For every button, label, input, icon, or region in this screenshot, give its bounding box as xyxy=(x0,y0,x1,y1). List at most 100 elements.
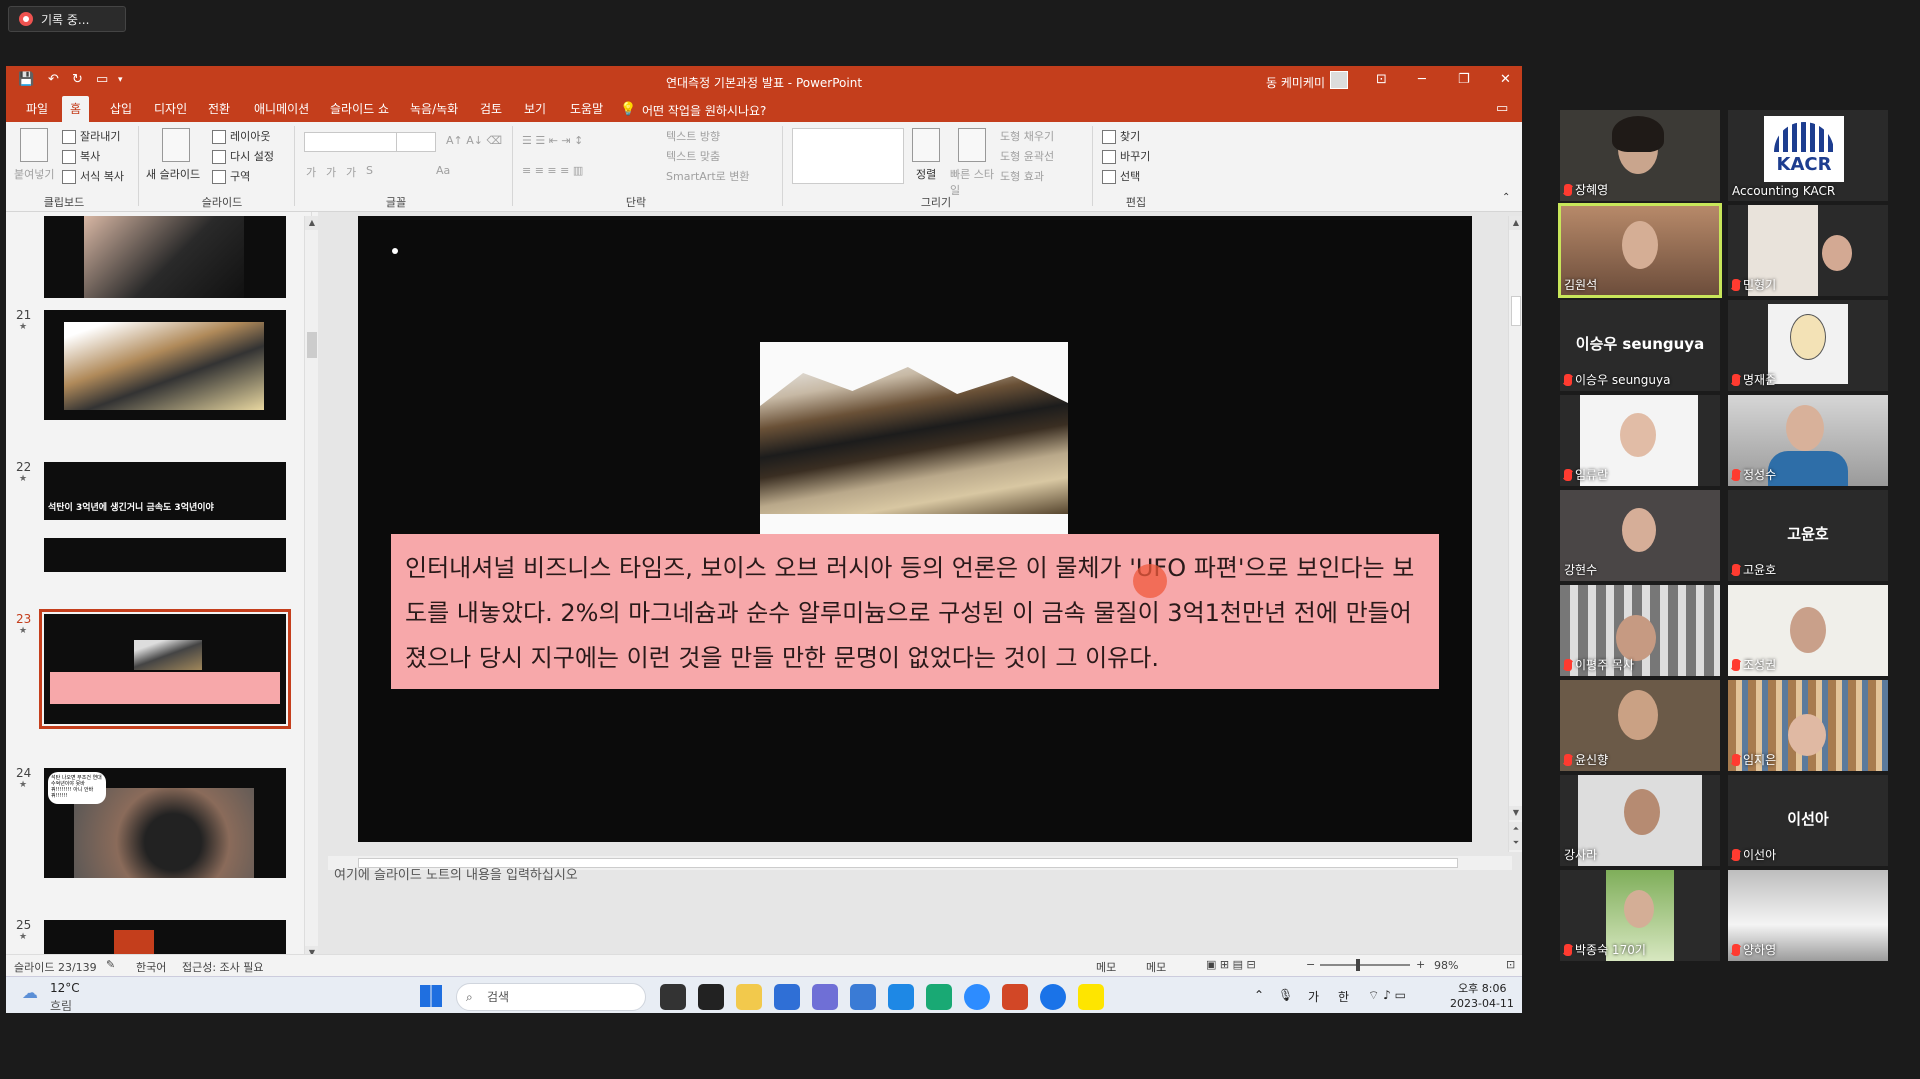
section-button[interactable]: 구역 xyxy=(212,168,250,184)
comments-toggle[interactable]: 메모 xyxy=(1146,959,1166,975)
text-direction-button[interactable]: 텍스트 방향 xyxy=(666,128,720,144)
grow-font-icon[interactable]: A↑ A↓ ⌫ xyxy=(446,134,502,147)
current-slide[interactable]: 인터내셔널 비즈니스 타임즈, 보이스 오브 러시아 등의 언론은 이 물체가 … xyxy=(358,216,1472,842)
new-slide-button[interactable]: 새 슬라이드 xyxy=(146,166,200,182)
participant-tile[interactable]: 정성수 xyxy=(1728,395,1888,486)
tell-me-search[interactable]: 어떤 작업을 원하시나요? xyxy=(642,102,766,119)
slide-thumbnail-21[interactable] xyxy=(44,310,286,420)
powerpoint-icon[interactable] xyxy=(1002,984,1028,1010)
slide-scrollbar[interactable]: ▲ ▼ ⏶ ⏷ xyxy=(1508,216,1522,852)
spelling-icon[interactable]: ✎ xyxy=(106,958,115,971)
clock-date[interactable]: 2023-04-11 xyxy=(1450,997,1514,1010)
underline-button[interactable]: 가 xyxy=(346,164,356,180)
align-icons[interactable]: ≡ ≡ ≡ ≡ ▥ xyxy=(522,164,583,177)
slide-thumbnail-23[interactable] xyxy=(39,609,291,729)
store-icon[interactable] xyxy=(774,984,800,1010)
normal-view-icon[interactable]: ▣ ⊞ ▤ ⊟ xyxy=(1206,958,1256,971)
comments-icon[interactable]: ▭ xyxy=(1496,101,1508,116)
zoom-out-icon[interactable]: − xyxy=(1306,958,1315,971)
align-text-button[interactable]: 텍스트 맞춤 xyxy=(666,148,720,164)
strikethrough-button[interactable]: S xyxy=(366,164,373,177)
tab-help[interactable]: 도움말 xyxy=(562,96,611,122)
scroll-up-icon[interactable]: ▲ xyxy=(305,216,319,230)
scroll-thumb[interactable] xyxy=(307,332,317,358)
wifi-icon[interactable]: ⌔ ♪ ▭ xyxy=(1368,988,1406,1003)
participant-tile[interactable]: 명재준 xyxy=(1728,300,1888,391)
tray-chevron-icon[interactable]: ⌃ xyxy=(1254,988,1264,1002)
user-avatar[interactable] xyxy=(1330,71,1348,89)
italic-button[interactable]: 가 xyxy=(326,164,336,180)
participant-tile[interactable]: 이선아 이선아 xyxy=(1728,775,1888,866)
minimize-icon[interactable]: ─ xyxy=(1418,72,1426,87)
tab-design[interactable]: 디자인 xyxy=(146,96,195,122)
app-icon[interactable] xyxy=(812,984,838,1010)
reset-button[interactable]: 다시 설정 xyxy=(212,148,274,164)
signed-in-user[interactable]: 동 케미케미 xyxy=(1266,74,1325,91)
paste-button[interactable]: 붙여넣기 xyxy=(14,166,54,182)
clock-time[interactable]: 오후 8:06 xyxy=(1458,980,1506,996)
bold-button[interactable]: 가 xyxy=(306,164,316,180)
cut-button[interactable]: 잘라내기 xyxy=(62,128,120,144)
app-icon[interactable] xyxy=(1040,984,1066,1010)
task-view-icon[interactable] xyxy=(660,984,686,1010)
find-button[interactable]: 찾기 xyxy=(1102,128,1140,144)
smartart-button[interactable]: SmartArt로 변환 xyxy=(666,168,750,184)
participant-tile[interactable]: 임지은 xyxy=(1728,680,1888,771)
thumbnail-scrollbar[interactable]: ▲ ▼ xyxy=(304,216,319,960)
participant-tile[interactable]: KACR Accounting KACR xyxy=(1728,110,1888,201)
next-slide-icon[interactable]: ⏷ xyxy=(1509,836,1522,850)
participant-tile[interactable]: 이승우 seunguya 이승우 seunguya xyxy=(1560,300,1720,391)
participant-tile[interactable]: 이평주 목사 xyxy=(1560,585,1720,676)
notes-pane[interactable]: 여기에 슬라이드 노트의 내용을 입력하십시오 xyxy=(334,860,1504,892)
tab-file[interactable]: 파일 xyxy=(18,96,56,122)
restore-icon[interactable]: ❐ xyxy=(1458,72,1470,87)
notes-toggle[interactable]: 메모 xyxy=(1096,959,1116,975)
zoom-app-icon[interactable] xyxy=(964,984,990,1010)
slide-caption[interactable]: 인터내셔널 비즈니스 타임즈, 보이스 오브 러시아 등의 언론은 이 물체가 … xyxy=(391,534,1439,689)
weather-temp[interactable]: 12°C xyxy=(50,981,80,995)
copy-button[interactable]: 복사 xyxy=(62,148,100,164)
zoom-slider-thumb[interactable] xyxy=(1356,959,1360,971)
previous-slide-icon[interactable]: ⏶ xyxy=(1509,822,1522,836)
participant-tile[interactable]: 고윤호 고윤호 xyxy=(1728,490,1888,581)
slide-thumbnail-22[interactable]: 석탄이 3억년에 생긴거니 금속도 3억년이야 xyxy=(44,462,286,572)
ime-language[interactable]: 한 xyxy=(1338,988,1349,1005)
zoom-slider[interactable] xyxy=(1320,964,1410,966)
taskbar-search[interactable]: ⌕ 검색 xyxy=(456,983,646,1011)
microphone-icon[interactable]: 🎙 xyxy=(1278,988,1293,1002)
file-explorer-icon[interactable] xyxy=(736,984,762,1010)
font-size-input[interactable] xyxy=(396,132,436,152)
slide-scroll-thumb[interactable] xyxy=(1511,296,1521,326)
zoom-in-icon[interactable]: + xyxy=(1416,958,1425,971)
arrange-button[interactable]: 정렬 xyxy=(916,166,936,182)
participant-tile[interactable]: 강사라 xyxy=(1560,775,1720,866)
calendar-icon[interactable] xyxy=(850,984,876,1010)
fit-slide-icon[interactable]: ⊡ xyxy=(1506,958,1515,971)
participant-tile[interactable]: 박종숙 170기 xyxy=(1560,870,1720,961)
new-slide-icon[interactable] xyxy=(162,128,190,162)
shapes-gallery[interactable] xyxy=(792,128,904,184)
ribbon-display-icon[interactable]: ⊡ xyxy=(1376,72,1387,87)
tab-review[interactable]: 검토 xyxy=(472,96,510,122)
shape-fill-button[interactable]: 도형 채우기 xyxy=(1000,128,1054,144)
edge-icon[interactable] xyxy=(926,984,952,1010)
weather-desc[interactable]: 흐림 xyxy=(50,997,72,1013)
close-icon[interactable]: ✕ xyxy=(1500,72,1511,87)
tab-slideshow[interactable]: 슬라이드 쇼 xyxy=(322,96,397,122)
ime-mode[interactable]: 가 xyxy=(1308,988,1319,1005)
tab-transitions[interactable]: 전환 xyxy=(200,96,238,122)
replace-button[interactable]: 바꾸기 xyxy=(1102,148,1150,164)
recording-indicator[interactable]: 기록 중... xyxy=(8,6,126,32)
tab-insert[interactable]: 삽입 xyxy=(102,96,140,122)
tab-record[interactable]: 녹음/녹화 xyxy=(402,96,466,122)
participant-tile[interactable]: 민형기 xyxy=(1728,205,1888,296)
language-indicator[interactable]: 한국어 xyxy=(136,959,166,975)
participant-tile[interactable]: 윤신향 xyxy=(1560,680,1720,771)
tab-home[interactable]: 홈 xyxy=(62,96,90,122)
tab-view[interactable]: 보기 xyxy=(516,96,554,122)
paste-icon[interactable] xyxy=(20,128,48,162)
participant-tile[interactable]: 조성권 xyxy=(1728,585,1888,676)
app-icon[interactable] xyxy=(888,984,914,1010)
layout-button[interactable]: 레이아웃 xyxy=(212,128,270,144)
arrange-icon[interactable] xyxy=(912,128,940,162)
